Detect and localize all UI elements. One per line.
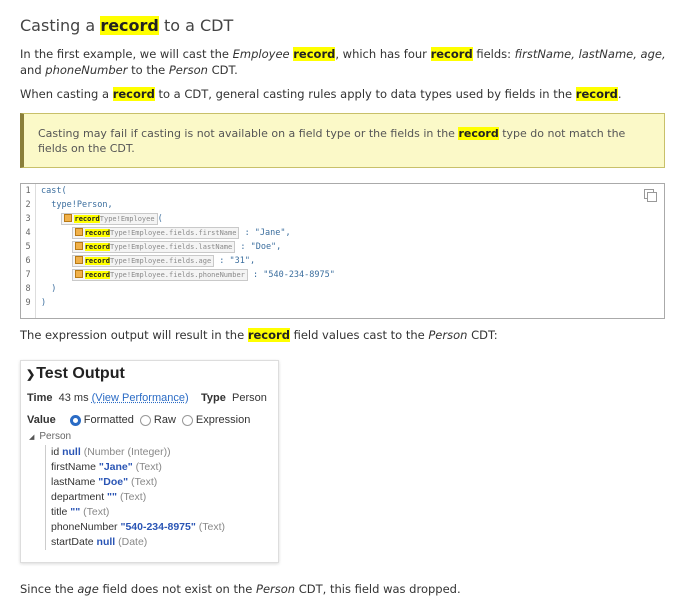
code-line: recordType!Employee.fields.firstName : "…: [41, 226, 335, 240]
radio-expression[interactable]: Expression: [181, 414, 250, 426]
view-performance-link[interactable]: (View Performance): [92, 392, 189, 404]
line-number: 6: [25, 256, 31, 266]
triangle-down-icon[interactable]: ◢: [29, 434, 34, 441]
record-field-token: recordType!Employee.fields.firstName: [71, 226, 240, 239]
code-line: cast(: [41, 186, 67, 196]
test-output-panel: ❯Test Output Time 43 ms (View Performanc…: [20, 360, 279, 563]
type-row: Type Person: [201, 392, 267, 404]
line-number: 2: [25, 200, 31, 210]
chevron-down-icon[interactable]: ❯: [26, 368, 35, 381]
dropped-field-paragraph: Since the age field does not exist on th…: [20, 582, 461, 596]
radio-raw[interactable]: Raw: [139, 414, 176, 426]
line-number: 7: [25, 270, 31, 280]
code-lines: cast( type!Person, recordType!Employee( …: [41, 184, 335, 310]
line-number: 1: [25, 186, 31, 196]
record-field-token: recordType!Employee.fields.phoneNumber: [71, 268, 248, 281]
section-title: Casting a record to a CDT: [20, 16, 234, 35]
intro-paragraph: In the first example, we will cast the E…: [20, 47, 666, 77]
person-fields-tree: id null (Number (Integer)) firstName "Ja…: [45, 445, 225, 550]
code-block: 1 2 3 4 5 6 7 8 9 cast( type!Person, rec…: [20, 183, 665, 319]
warning-note: Casting may fail if casting is not avail…: [20, 113, 665, 168]
code-line: type!Person,: [41, 200, 113, 210]
radio-formatted[interactable]: Formatted: [69, 414, 134, 426]
field-row: firstName "Jane" (Text): [51, 461, 162, 473]
casting-rules-paragraph: When casting a record to a CDT, general …: [20, 87, 622, 101]
line-number: 9: [25, 298, 31, 308]
record-type-token: recordType!Employee: [61, 212, 158, 225]
record-type-icon: [74, 227, 83, 236]
code-line: recordType!Employee.fields.phoneNumber :…: [41, 268, 335, 282]
value-row: Value Formatted Raw Expression: [27, 414, 251, 426]
field-row: title "" (Text): [51, 506, 110, 518]
record-field-token: recordType!Employee.fields.lastName: [71, 240, 236, 253]
field-row: id null (Number (Integer)): [51, 446, 171, 458]
tree-root-person[interactable]: ◢ Person: [29, 431, 71, 442]
code-line: recordType!Employee.fields.lastName : "D…: [41, 240, 335, 254]
code-line: ): [41, 284, 57, 294]
copy-icon[interactable]: [644, 189, 658, 203]
line-number: 8: [25, 284, 31, 294]
code-line: recordType!Employee(: [41, 212, 335, 226]
field-row: startDate null (Date): [51, 536, 148, 548]
record-type-icon: [64, 213, 73, 222]
field-row: phoneNumber "540-234-8975" (Text): [51, 521, 225, 533]
test-output-title[interactable]: ❯Test Output: [26, 365, 125, 383]
line-number: 4: [25, 228, 31, 238]
output-description-paragraph: The expression output will result in the…: [20, 328, 498, 342]
line-number-gutter: 1 2 3 4 5 6 7 8 9: [21, 184, 36, 318]
line-number: 3: [25, 214, 31, 224]
record-type-icon: [74, 269, 83, 278]
field-row: lastName "Doe" (Text): [51, 476, 158, 488]
record-type-icon: [74, 241, 83, 250]
code-line: recordType!Employee.fields.age : "31",: [41, 254, 335, 268]
code-line: ): [41, 298, 47, 308]
line-number: 5: [25, 242, 31, 252]
time-row: Time 43 ms (View Performance): [27, 392, 189, 404]
field-row: department "" (Text): [51, 491, 147, 503]
record-field-token: recordType!Employee.fields.age: [71, 254, 215, 267]
record-type-icon: [74, 255, 83, 264]
